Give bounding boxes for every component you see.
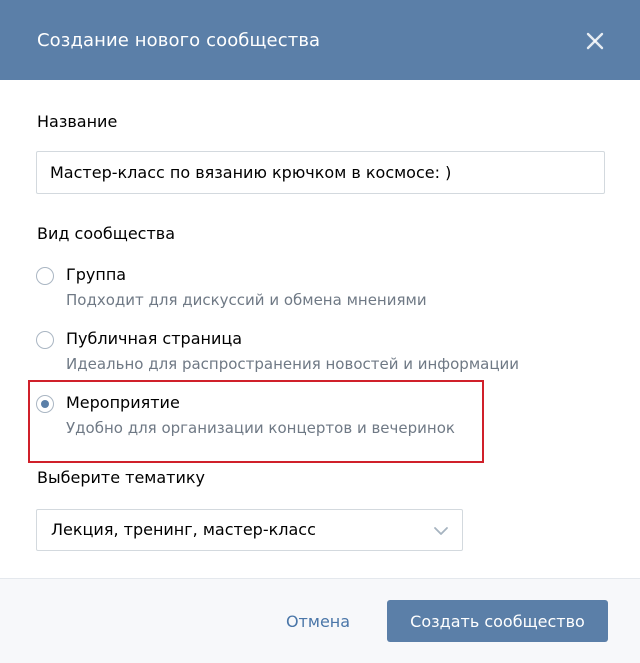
type-option-description: Удобно для организации концертов и вечер… xyxy=(66,419,455,437)
create-community-dialog: Создание нового сообщества Название Вид … xyxy=(0,0,640,663)
cancel-button[interactable]: Отмена xyxy=(270,600,366,642)
chevron-down-icon xyxy=(434,527,448,535)
name-label: Название xyxy=(37,112,118,131)
dialog-title: Создание нового сообщества xyxy=(37,30,321,51)
dialog-footer: Отмена Создать сообщество xyxy=(0,578,640,663)
close-icon xyxy=(586,32,604,50)
type-option-title: Публичная страница xyxy=(66,329,243,348)
radio-button-public-page[interactable] xyxy=(36,331,54,349)
type-option-public-page[interactable]: Публичная страница Идеально для распрост… xyxy=(36,328,556,384)
type-option-description: Подходит для дискуссий и обмена мнениями xyxy=(66,291,427,309)
type-option-title: Мероприятие xyxy=(66,393,180,412)
theme-label: Выберите тематику xyxy=(37,468,206,487)
radio-button-group[interactable] xyxy=(36,267,54,285)
type-option-group[interactable]: Группа Подходит для дискуссий и обмена м… xyxy=(36,264,556,320)
create-community-button[interactable]: Создать сообщество xyxy=(387,600,608,642)
type-option-event[interactable]: Мероприятие Удобно для организации конце… xyxy=(36,392,556,448)
community-name-input[interactable] xyxy=(36,151,605,194)
theme-select-value: Лекция, тренинг, мастер-класс xyxy=(51,520,316,539)
type-option-title: Группа xyxy=(66,265,127,284)
dialog-body: Название Вид сообщества Группа Подходит … xyxy=(0,80,640,578)
community-type-label: Вид сообщества xyxy=(37,224,176,243)
theme-select[interactable]: Лекция, тренинг, мастер-класс xyxy=(36,509,463,551)
type-option-description: Идеально для распространения новостей и … xyxy=(66,355,520,373)
close-button[interactable] xyxy=(580,26,610,56)
dialog-header: Создание нового сообщества xyxy=(0,0,640,80)
radio-button-event[interactable] xyxy=(36,395,54,413)
